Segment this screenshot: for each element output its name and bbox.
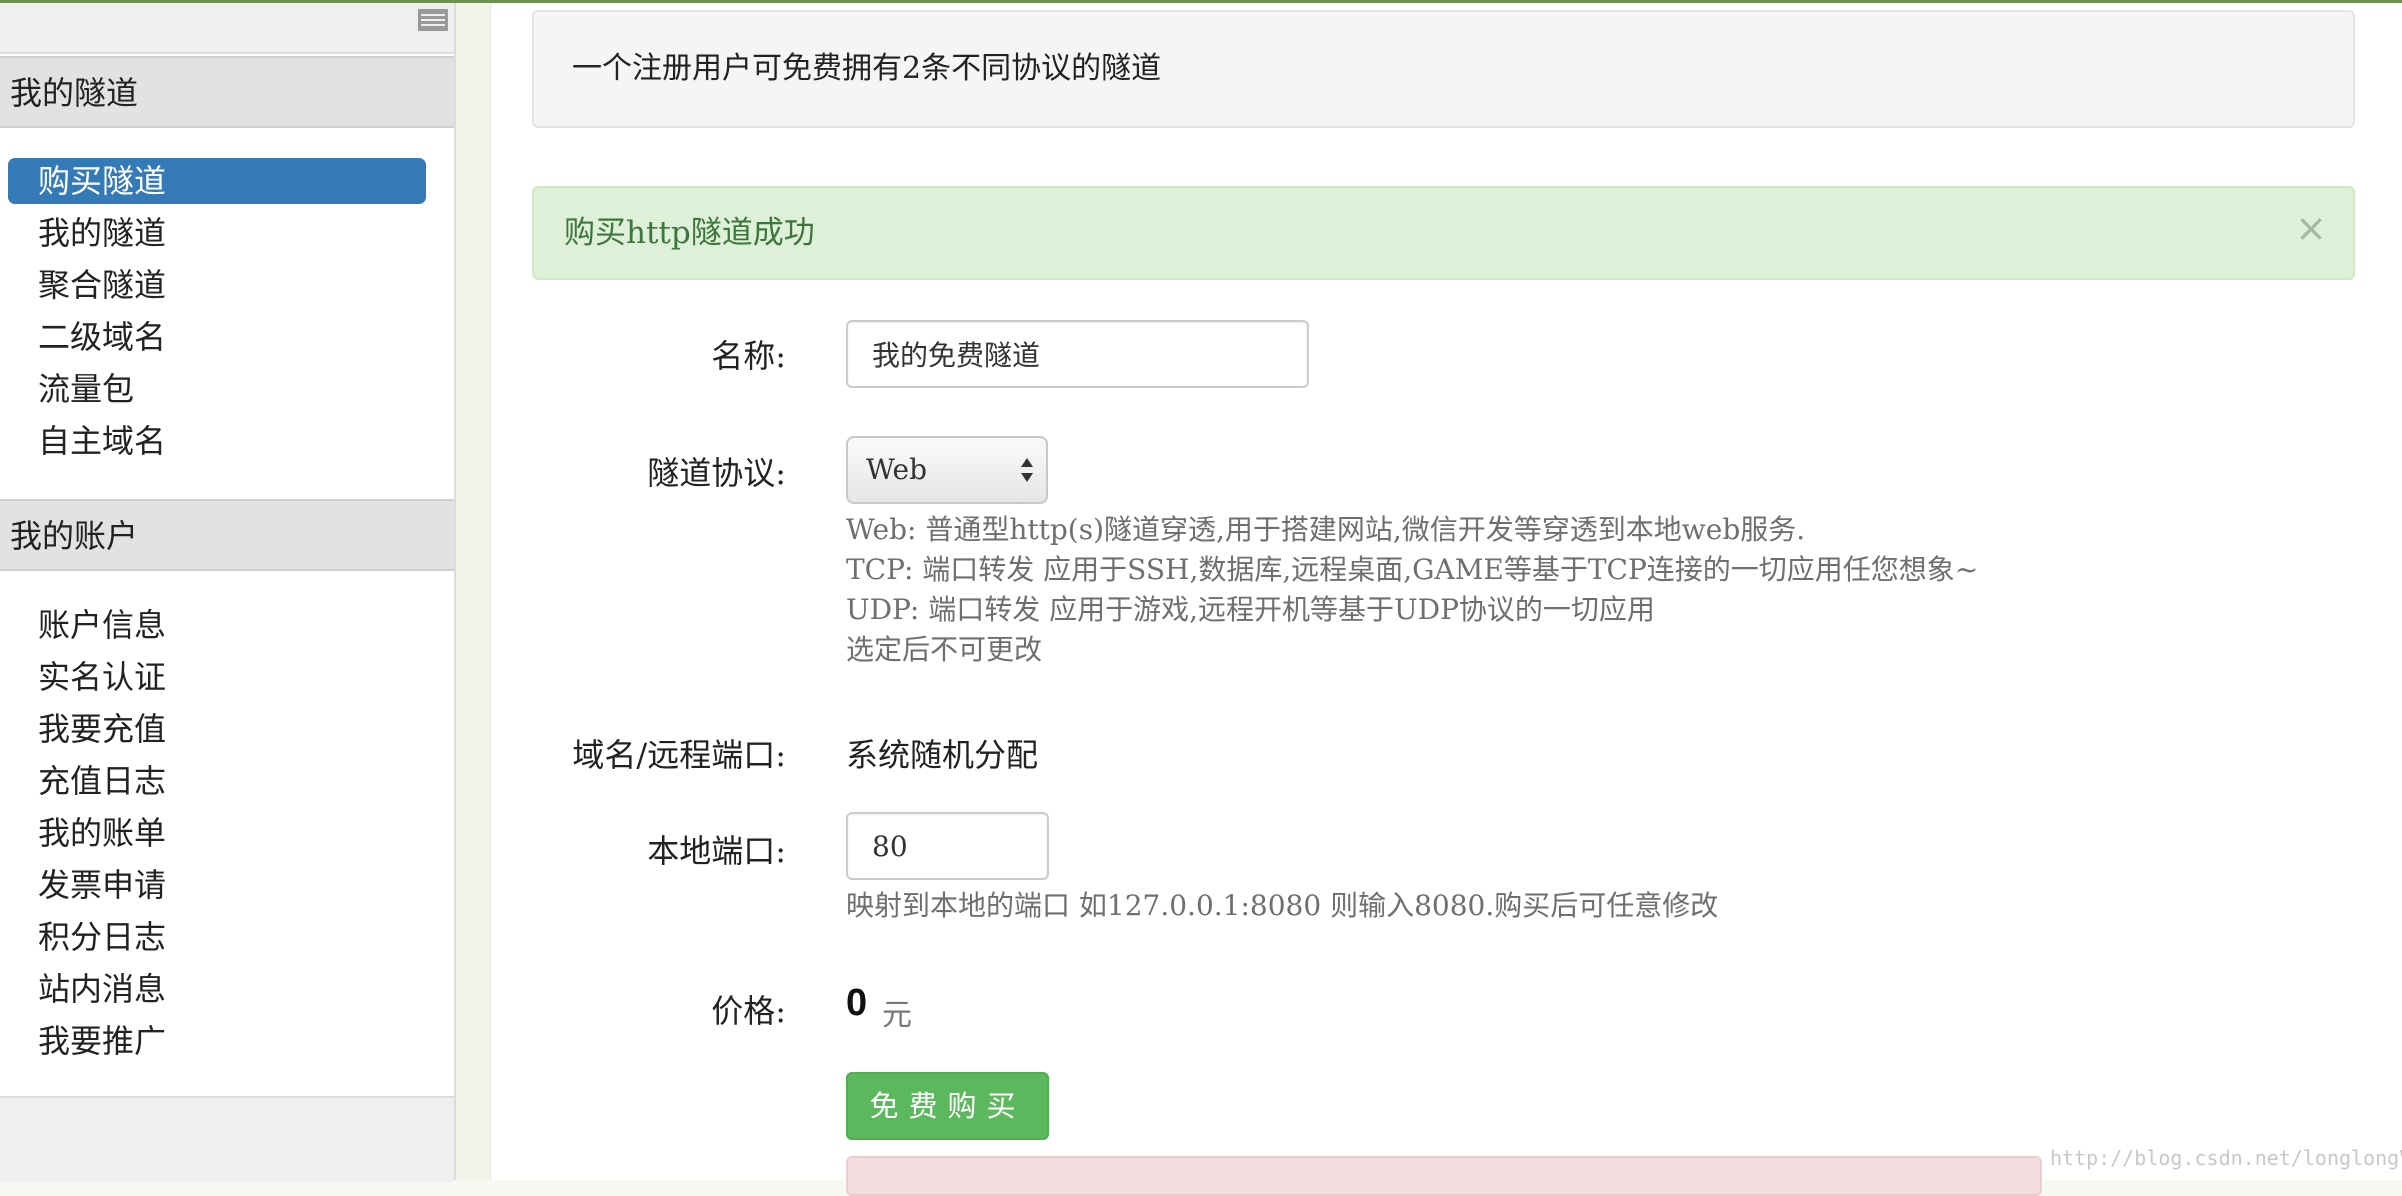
protocol-help-web: Web: 普通型http(s)隧道穿透,用于搭建网站,微信开发等穿透到本地web… bbox=[846, 513, 1806, 546]
sidebar-item-verification[interactable]: 实名认证 bbox=[8, 654, 426, 700]
name-label: 名称: bbox=[711, 337, 786, 375]
sidebar-item-recharge[interactable]: 我要充值 bbox=[8, 706, 426, 752]
success-alert-text: 购买http隧道成功 bbox=[564, 215, 815, 251]
sidebar-item-invoice[interactable]: 发票申请 bbox=[8, 862, 426, 908]
sidebar-section-tunnels-header[interactable]: 我的隧道 bbox=[0, 56, 454, 128]
select-arrows-icon bbox=[1021, 458, 1033, 482]
sidebar-item-traffic-packages[interactable]: 流量包 bbox=[8, 366, 426, 412]
sidebar-item-my-bills[interactable]: 我的账单 bbox=[8, 810, 426, 856]
tunnel-name-input[interactable] bbox=[846, 320, 1309, 388]
domain-label: 域名/远程端口: bbox=[572, 736, 786, 774]
close-icon[interactable]: × bbox=[2295, 188, 2327, 268]
collapse-sidebar-icon[interactable] bbox=[418, 9, 448, 31]
sidebar-section-account-header[interactable]: 我的账户 bbox=[0, 499, 454, 571]
sidebar-footer bbox=[0, 1096, 454, 1182]
sidebar-item-my-tunnels[interactable]: 我的隧道 bbox=[8, 210, 426, 256]
sidebar-item-subdomains[interactable]: 二级域名 bbox=[8, 314, 426, 360]
domain-value: 系统随机分配 bbox=[846, 736, 1039, 774]
protocol-help-note: 选定后不可更改 bbox=[846, 633, 1043, 666]
sidebar-toolbar bbox=[0, 3, 454, 54]
sidebar-item-points-log[interactable]: 积分日志 bbox=[8, 914, 426, 960]
local-port-input[interactable] bbox=[846, 812, 1049, 880]
sidebar-item-account-info[interactable]: 账户信息 bbox=[8, 602, 426, 648]
free-buy-button[interactable]: 免费购买 bbox=[846, 1072, 1049, 1140]
protocol-help-udp: UDP: 端口转发 应用于游戏,远程开机等基于UDP协议的一切应用 bbox=[846, 593, 1655, 626]
protocol-select[interactable]: Web bbox=[846, 436, 1048, 504]
success-alert: 购买http隧道成功 × bbox=[532, 186, 2355, 280]
price-label: 价格: bbox=[711, 992, 786, 1030]
sidebar: 我的隧道 购买隧道 我的隧道 聚合隧道 二级域名 流量包 自主域名 我的账户 账… bbox=[0, 3, 456, 1182]
local-port-help: 映射到本地的端口 如127.0.0.1:8080 则输入8080.购买后可任意修… bbox=[846, 889, 1719, 922]
sidebar-item-promotion[interactable]: 我要推广 bbox=[8, 1018, 426, 1064]
price-unit: 元 bbox=[882, 998, 912, 1033]
sidebar-item-buy-tunnel[interactable]: 购买隧道 bbox=[8, 158, 426, 204]
watermark: http://blog.csdn.net/longlongValue bbox=[2050, 1146, 2402, 1170]
error-alert bbox=[846, 1156, 2042, 1196]
sidebar-item-messages[interactable]: 站内消息 bbox=[8, 966, 426, 1012]
sidebar-item-aggregate-tunnels[interactable]: 聚合隧道 bbox=[8, 262, 426, 308]
main-gutter bbox=[456, 3, 490, 1180]
info-notice: 一个注册用户可免费拥有2条不同协议的隧道 bbox=[532, 10, 2355, 128]
sidebar-item-recharge-log[interactable]: 充值日志 bbox=[8, 758, 426, 804]
protocol-select-value: Web bbox=[866, 453, 927, 486]
protocol-help-tcp: TCP: 端口转发 应用于SSH,数据库,远程桌面,GAME等基于TCP连接的一… bbox=[846, 553, 1979, 586]
sidebar-item-custom-domains[interactable]: 自主域名 bbox=[8, 418, 426, 464]
protocol-label: 隧道协议: bbox=[647, 454, 786, 492]
local-port-label: 本地端口: bbox=[647, 832, 786, 870]
price-value: 0 bbox=[846, 982, 868, 1024]
